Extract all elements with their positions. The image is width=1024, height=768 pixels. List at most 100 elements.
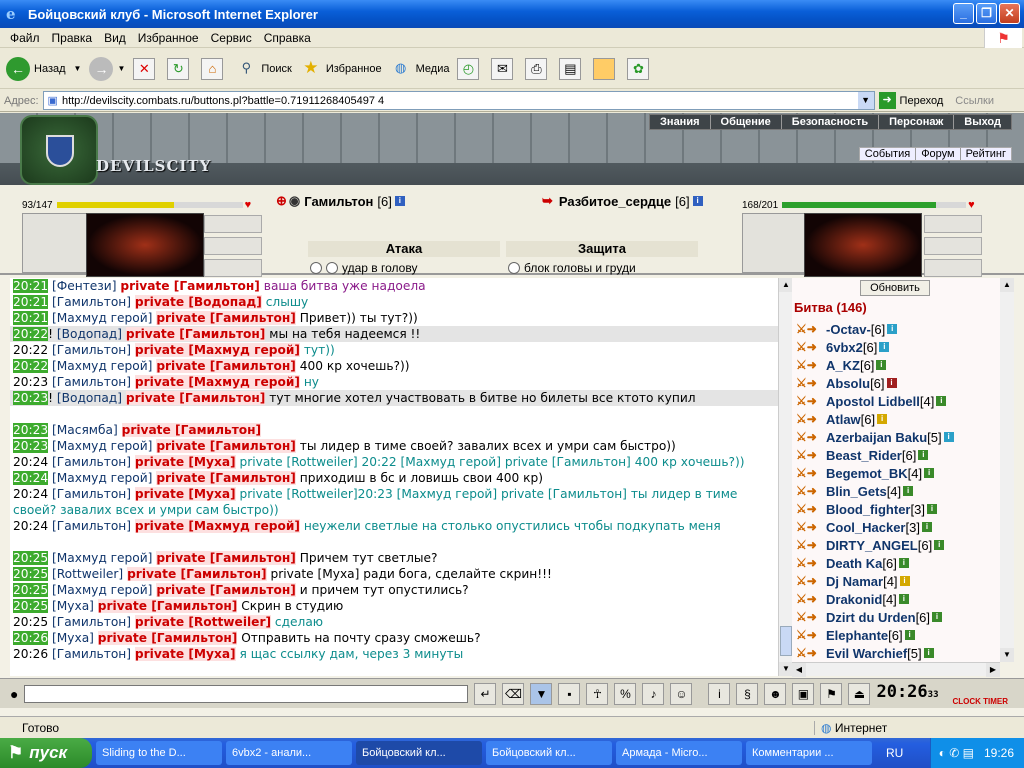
taskbar-item[interactable]: Sliding to the D... <box>96 741 222 765</box>
defense-option[interactable]: блок головы и груди <box>508 261 636 275</box>
tray-icons[interactable]: ◐ ✆ ▤ <box>939 746 974 760</box>
info-icon[interactable]: i <box>943 432 954 442</box>
nav-events[interactable]: События <box>860 148 917 160</box>
info-icon[interactable]: i <box>394 196 405 206</box>
refresh-button[interactable]: ↻ <box>167 57 193 80</box>
swords-icon[interactable]: ⚔➜ <box>796 484 817 498</box>
address-input[interactable]: ▣ http://devilscity.combats.ru/buttons.pl… <box>42 91 875 110</box>
menu-view[interactable]: Вид <box>98 31 132 45</box>
percent-icon[interactable]: % <box>614 682 637 705</box>
chat-private-target[interactable]: private [Махмуд герой] <box>134 343 300 357</box>
nav-rating[interactable]: Рейтинг <box>961 148 1011 160</box>
save-icon[interactable]: ▪ <box>558 682 581 705</box>
info-icon[interactable]: i <box>923 648 934 658</box>
user-list-scrollbar[interactable]: ▲ ▼ <box>1000 278 1014 662</box>
chat-private-target[interactable]: private [Гамильтон] <box>121 423 262 437</box>
media-button[interactable]: ◍ Медиа <box>390 58 450 80</box>
swords-icon[interactable]: ⚔➜ <box>796 520 817 534</box>
mask-icon[interactable]: ☻ <box>764 682 787 705</box>
chat-private-target[interactable]: private [Махмуд герой] <box>134 519 300 533</box>
minimize-button[interactable]: _ <box>953 3 974 24</box>
chat-sender[interactable]: [Махмуд герой] <box>52 439 152 453</box>
chat-private-target[interactable]: private [Муха] <box>134 647 236 661</box>
taskbar-item[interactable]: Бойцовский кл... <box>356 741 482 765</box>
chat-private-target[interactable]: private [Гамильтон] <box>125 327 266 341</box>
battle-user[interactable]: ⚔➜ Elephante [6] i <box>796 626 915 644</box>
go-button[interactable]: ➜ Переход <box>878 92 943 109</box>
battle-user[interactable]: ⚔➜ 6vbx2 [6] i <box>796 338 890 356</box>
chevron-down-icon[interactable]: ▼ <box>857 92 874 109</box>
battle-user[interactable]: ⚔➜ Evil Warchief [5] i <box>796 644 934 662</box>
battle-user[interactable]: ⚔➜ A_KZ [6] i <box>796 356 887 374</box>
swords-icon[interactable]: ⚔➜ <box>796 448 817 462</box>
chat-sender[interactable]: [Махмуд герой] <box>52 359 152 373</box>
chat-private-target[interactable]: private [Гамильтон] <box>127 567 267 581</box>
scroll-right-icon[interactable]: ▶ <box>986 663 1000 677</box>
battle-user[interactable]: ⚔➜ -Octav- [6] i <box>796 320 898 338</box>
battle-user[interactable]: ⚔➜ Drakonid [4] i <box>796 590 909 608</box>
music-icon[interactable]: ♪ <box>642 682 665 705</box>
battle-user[interactable]: ⚔➜ Absolu [6] i <box>796 374 897 392</box>
chat-private-target[interactable]: private [Гамильтон] <box>156 439 296 453</box>
back-button[interactable]: ← Назад ▼ <box>6 56 81 81</box>
language-indicator[interactable]: RU <box>886 746 903 760</box>
eraser-icon[interactable]: ⌫ <box>502 682 525 705</box>
left-item-slot[interactable] <box>204 215 262 233</box>
battle-user[interactable]: ⚔➜ Blood_fighter [3] i <box>796 500 937 518</box>
chat-sender[interactable]: [Махмуд герой] <box>52 311 152 325</box>
menu-help[interactable]: Справка <box>258 31 317 45</box>
swords-icon[interactable]: ⚔➜ <box>796 502 817 516</box>
right-item-slot[interactable] <box>924 259 982 277</box>
chat-private-target[interactable]: private [Rottweiler] <box>134 615 272 629</box>
chat-sender[interactable]: [Гамильтон] <box>52 295 131 309</box>
chat-private-target[interactable]: private [Водопад] <box>134 295 262 309</box>
chat-sender[interactable]: [Махмуд герой] <box>52 471 152 485</box>
chat-scrollbar[interactable]: ▲ ▼ <box>778 278 793 676</box>
filter-icon[interactable]: ▼ <box>530 682 553 705</box>
swords-icon[interactable]: ⚔➜ <box>796 394 817 408</box>
swords-icon[interactable]: ⚔➜ <box>796 556 817 570</box>
chat-private-target[interactable]: private [Гамильтон] <box>156 359 296 373</box>
lock-icon[interactable]: ▣ <box>792 682 815 705</box>
search-button[interactable]: ⚲ Поиск <box>235 58 292 80</box>
start-button[interactable]: ⚑ пуск <box>0 738 92 768</box>
chat-sender[interactable]: [Гамильтон] <box>52 519 131 533</box>
info-icon[interactable]: i <box>903 486 914 496</box>
info-icon[interactable]: i <box>926 504 937 514</box>
swords-icon[interactable]: ⚔➜ <box>796 358 817 372</box>
chat-message-input[interactable] <box>24 684 469 703</box>
print-button[interactable]: ⎙ <box>525 57 551 80</box>
battle-user[interactable]: ⚔➜ Azerbaijan Baku [5] i <box>796 428 954 446</box>
swords-icon[interactable]: ⚔➜ <box>796 376 817 390</box>
info-icon[interactable]: i <box>898 594 909 604</box>
battle-user[interactable]: ⚔➜ DIRTY_ANGEL [6] i <box>796 536 945 554</box>
swords-icon[interactable]: ⚔➜ <box>796 574 817 588</box>
swords-icon[interactable]: ⚔➜ <box>796 322 817 336</box>
info-icon[interactable]: i <box>879 342 890 352</box>
maximize-button[interactable]: ❐ <box>976 3 997 24</box>
info-icon[interactable]: i <box>918 450 929 460</box>
nav-exit[interactable]: Выход <box>954 115 1011 129</box>
chat-sender[interactable]: [Гамильтон] <box>52 455 131 469</box>
left-helmet-item[interactable] <box>22 213 88 273</box>
info-icon[interactable]: i <box>904 630 915 640</box>
chat-private-target[interactable]: private [Гамильтон] <box>97 631 238 645</box>
info-icon[interactable]: i <box>921 522 932 532</box>
stop-button[interactable]: ✕ <box>133 57 159 80</box>
taskbar-item[interactable]: Комментарии ... <box>746 741 872 765</box>
mail-button[interactable]: ✉ <box>491 57 517 80</box>
nav-character[interactable]: Персонаж <box>879 115 955 129</box>
info-icon[interactable]: i <box>886 378 897 388</box>
scroll-up-icon[interactable]: ▲ <box>779 278 793 292</box>
menu-tools[interactable]: Сервис <box>205 31 258 45</box>
chat-sender[interactable]: [Гамильтон] <box>52 487 131 501</box>
chat-private-target[interactable]: private [Гамильтон] <box>125 391 266 405</box>
chat-sender[interactable]: [Rottweiler] <box>52 567 123 581</box>
battle-user[interactable]: ⚔➜ Atlaw [6] i <box>796 410 888 428</box>
chat-sender[interactable]: [Фентези] <box>52 279 116 293</box>
scroll-up-icon[interactable]: ▲ <box>1000 278 1014 292</box>
taskbar-item[interactable]: Бойцовский кл... <box>486 741 612 765</box>
right-item-slot[interactable] <box>924 215 982 233</box>
chat-private-target[interactable]: private [Махмуд герой] <box>134 375 300 389</box>
info-icon[interactable]: i <box>876 360 887 370</box>
